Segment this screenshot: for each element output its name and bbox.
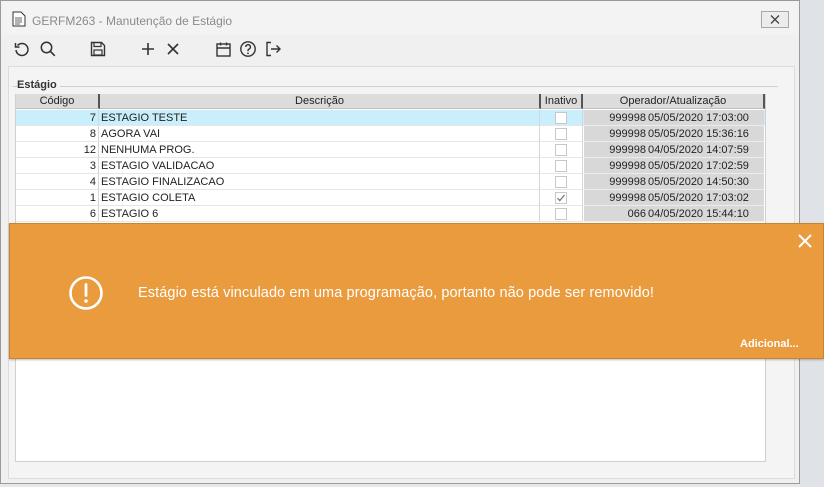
- inactive-checkbox[interactable]: [555, 112, 567, 124]
- error-notification: Estágio está vinculado em uma programaçã…: [9, 223, 824, 359]
- search-button[interactable]: [38, 39, 58, 59]
- operator-cell: 999998 05/05/2020 17:03:00: [584, 110, 764, 126]
- inactive-checkbox[interactable]: [555, 128, 567, 140]
- operator-code: 999998: [609, 176, 646, 188]
- table-row[interactable]: 6 ESTAGIO 6 066 04/05/2020 15:44:10: [16, 206, 765, 222]
- operator-code: 999998: [609, 160, 646, 172]
- notification-message: Estágio está vinculado em uma programaçã…: [138, 285, 654, 301]
- updated-timestamp: 05/05/2020 17:03:00: [648, 112, 749, 124]
- description-cell: ESTAGIO TESTE: [99, 110, 540, 126]
- delete-button[interactable]: [163, 39, 183, 59]
- code-cell: 8: [16, 126, 99, 142]
- table-row[interactable]: 1 ESTAGIO COLETA 999998 05/05/2020 17:03…: [16, 190, 765, 206]
- inactive-cell: [540, 174, 583, 190]
- code-cell: 1: [16, 190, 99, 206]
- help-icon: [240, 41, 256, 57]
- exit-icon: [266, 41, 281, 57]
- table-row[interactable]: 4 ESTAGIO FINALIZACAO 999998 05/05/2020 …: [16, 174, 765, 190]
- checkmark-icon: [557, 194, 565, 202]
- operator-code: 999998: [609, 192, 646, 204]
- search-icon: [40, 41, 56, 57]
- operator-code: 999998: [609, 128, 646, 140]
- table-row[interactable]: 7 ESTAGIO TESTE 999998 05/05/2020 17:03:…: [16, 110, 765, 126]
- help-button[interactable]: [238, 39, 258, 59]
- operator-cell: 999998 04/05/2020 14:07:59: [584, 142, 764, 158]
- inactive-cell: [540, 110, 583, 126]
- close-icon[interactable]: [797, 233, 813, 249]
- inactive-checkbox[interactable]: [555, 208, 567, 220]
- column-header-inactive[interactable]: Inativo: [541, 94, 583, 109]
- close-icon: [770, 15, 780, 24]
- delete-icon: [167, 43, 179, 55]
- inactive-checkbox[interactable]: [555, 192, 567, 204]
- description-cell: ESTAGIO 6: [99, 206, 540, 222]
- close-window-button[interactable]: [761, 11, 789, 28]
- operator-code: 999998: [609, 112, 646, 124]
- description-cell: ESTAGIO COLETA: [99, 190, 540, 206]
- column-header-code[interactable]: Código: [16, 94, 100, 109]
- refresh-button[interactable]: [12, 39, 32, 59]
- title-bar: GERFM263 - Manutenção de Estágio: [1, 1, 799, 35]
- refresh-icon: [14, 42, 29, 57]
- inactive-cell: [540, 126, 583, 142]
- updated-timestamp: 04/05/2020 14:07:59: [648, 144, 749, 156]
- operator-code: 066: [627, 208, 646, 220]
- alert-icon: [69, 276, 103, 310]
- inactive-checkbox[interactable]: [555, 144, 567, 156]
- updated-timestamp: 05/05/2020 14:50:30: [648, 176, 749, 188]
- code-cell: 7: [16, 110, 99, 126]
- table-row[interactable]: 12 NENHUMA PROG. 999998 04/05/2020 14:07…: [16, 142, 765, 158]
- operator-cell: 999998 05/05/2020 17:02:59: [584, 158, 764, 174]
- operator-cell: 999998 05/05/2020 17:03:02: [584, 190, 764, 206]
- group-title: Estágio: [17, 79, 60, 91]
- code-cell: 12: [16, 142, 99, 158]
- calendar-icon: [215, 42, 231, 57]
- code-cell: 4: [16, 174, 99, 190]
- operator-cell: 999998 05/05/2020 14:50:30: [584, 174, 764, 190]
- group-divider: [13, 86, 778, 87]
- updated-timestamp: 04/05/2020 15:44:10: [648, 208, 749, 220]
- inactive-cell: [540, 206, 583, 222]
- grid-header: Código Descrição Inativo Operador/Atuali…: [16, 94, 765, 109]
- exit-button[interactable]: [263, 39, 283, 59]
- updated-timestamp: 05/05/2020 17:03:02: [648, 192, 749, 204]
- add-icon: [142, 43, 154, 55]
- code-cell: 3: [16, 158, 99, 174]
- updated-timestamp: 05/05/2020 17:02:59: [648, 160, 749, 172]
- window-title: GERFM263 - Manutenção de Estágio: [32, 14, 233, 28]
- table-row[interactable]: 3 ESTAGIO VALIDACAO 999998 05/05/2020 17…: [16, 158, 765, 174]
- additional-info-link[interactable]: Adicional...: [740, 338, 799, 350]
- column-header-operator[interactable]: Operador/Atualização: [583, 94, 765, 109]
- description-cell: NENHUMA PROG.: [99, 142, 540, 158]
- operator-cell: 066 04/05/2020 15:44:10: [584, 206, 764, 222]
- description-cell: ESTAGIO VALIDACAO: [99, 158, 540, 174]
- operator-code: 999998: [609, 144, 646, 156]
- document-icon: [12, 11, 26, 27]
- save-button[interactable]: [88, 39, 108, 59]
- calendar-button[interactable]: [213, 39, 233, 59]
- inactive-checkbox[interactable]: [555, 160, 567, 172]
- code-cell: 6: [16, 206, 99, 222]
- save-icon: [90, 41, 106, 57]
- inactive-cell: [540, 158, 583, 174]
- description-cell: AGORA VAI: [99, 126, 540, 142]
- inactive-cell: [540, 190, 583, 206]
- inactive-checkbox[interactable]: [555, 176, 567, 188]
- operator-cell: 999998 05/05/2020 15:36:16: [584, 126, 764, 142]
- updated-timestamp: 05/05/2020 15:36:16: [648, 128, 749, 140]
- inactive-cell: [540, 142, 583, 158]
- description-cell: ESTAGIO FINALIZACAO: [99, 174, 540, 190]
- add-button[interactable]: [138, 39, 158, 59]
- table-row[interactable]: 8 AGORA VAI 999998 05/05/2020 15:36:16: [16, 126, 765, 142]
- column-header-description[interactable]: Descrição: [100, 94, 541, 109]
- toolbar: [1, 35, 799, 63]
